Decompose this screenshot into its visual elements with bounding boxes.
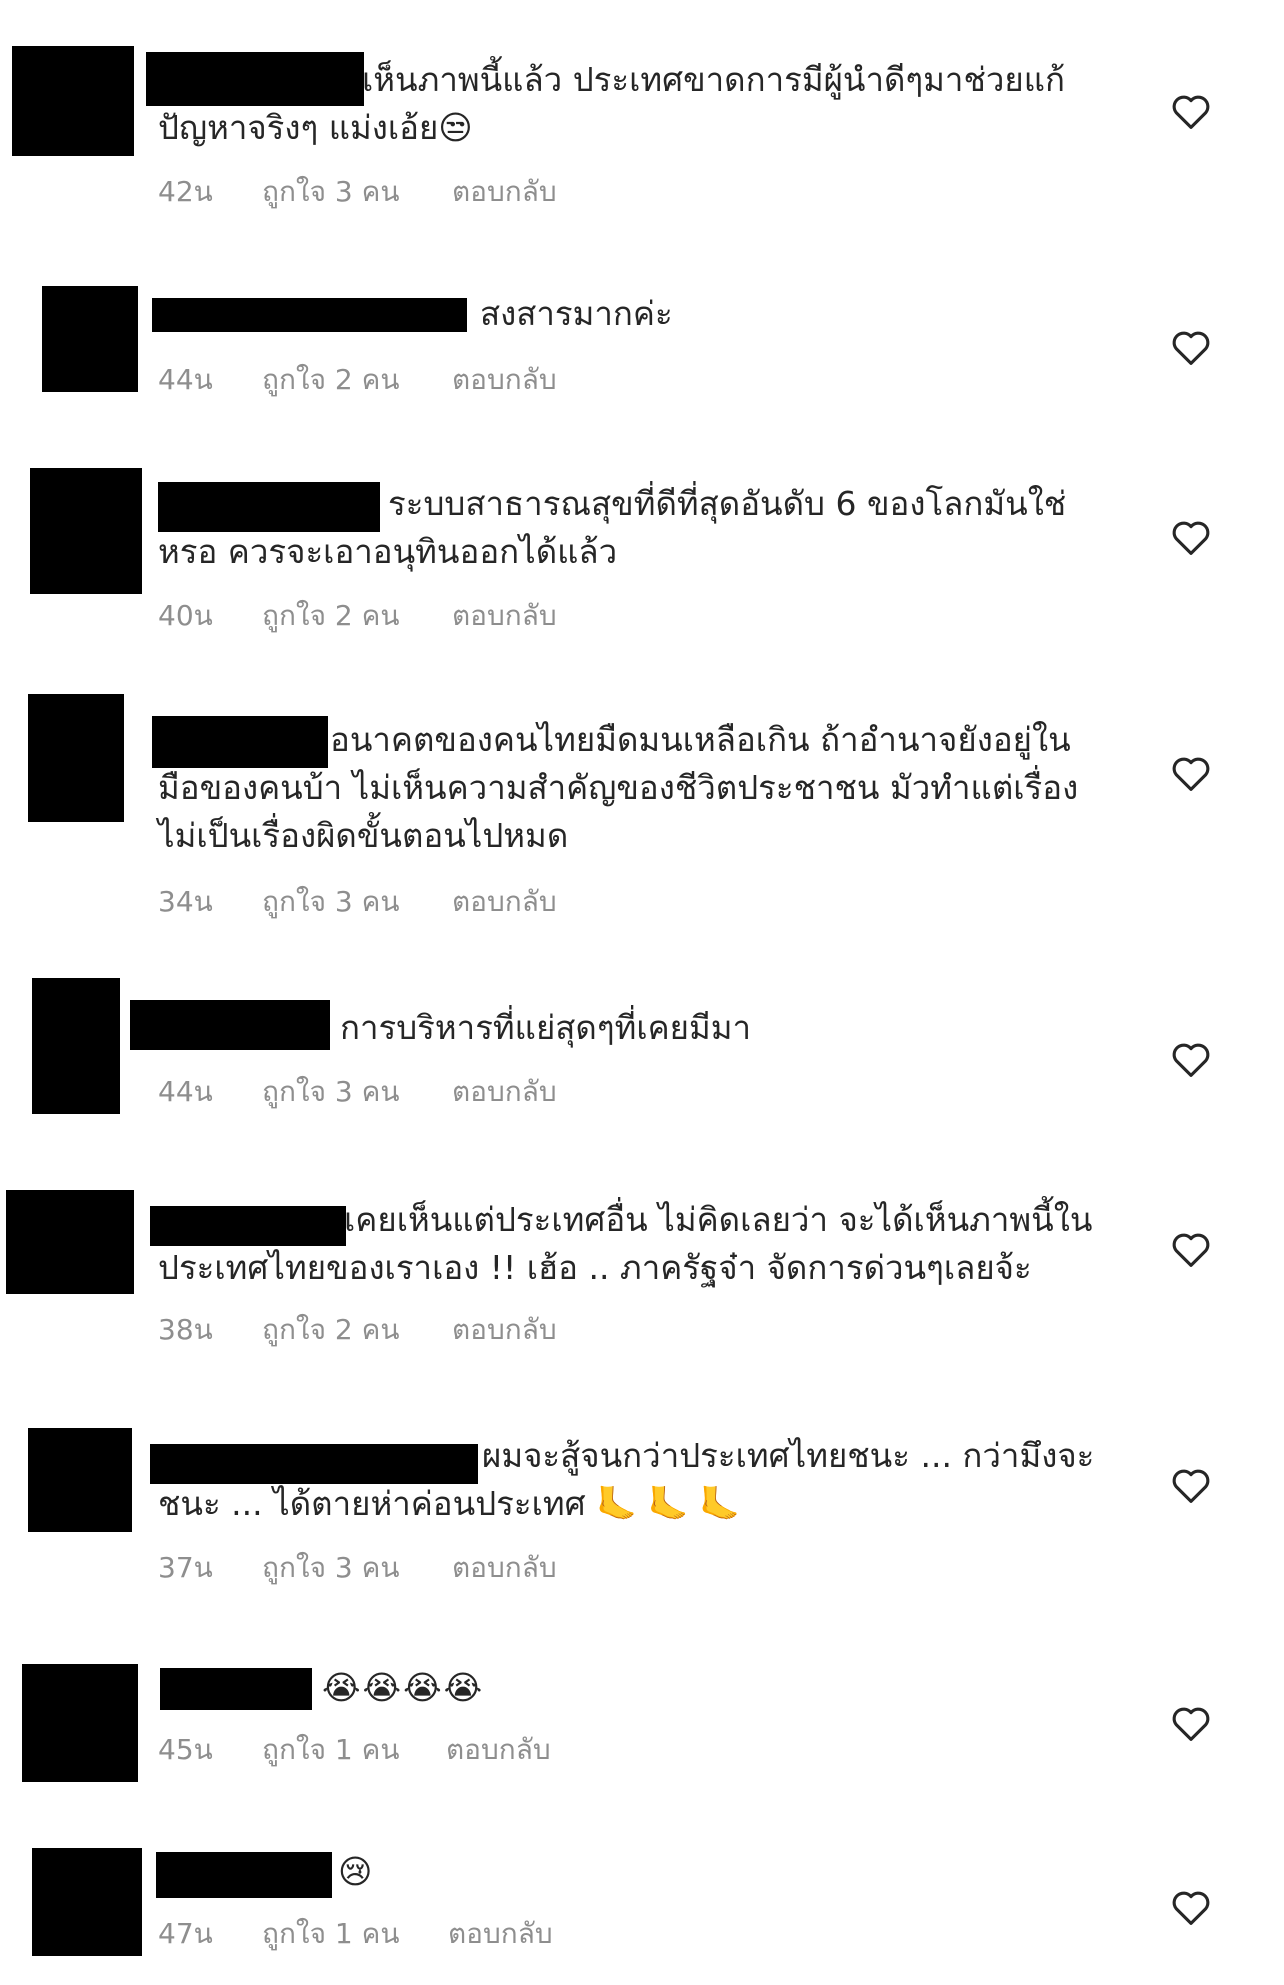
heart-outline-icon[interactable] [1170,1230,1212,1268]
comment-likes[interactable]: ถูกใจ 3 คน [262,880,452,924]
redacted-username[interactable] [156,1852,332,1898]
comment-time: 47น [158,1917,213,1950]
comment-time: 42น [158,175,213,208]
avatar[interactable] [22,1664,138,1782]
avatar[interactable] [28,694,124,822]
comment-time: 40น [158,599,213,632]
comment-likes[interactable]: ถูกใจ 2 คน [262,1308,452,1352]
comment-time: 44น [158,363,213,396]
comment-text: 😭😭😭😭 [322,1668,485,1707]
comment-text: เคยเห็นแต่ประเทศอื่น ไม่คิดเลยว่า จะได้เ… [158,1200,1093,1287]
comment-meta: 37น ถูกใจ 3 คน ตอบกลับ [158,1546,557,1590]
reply-button[interactable]: ตอบกลับ [452,358,557,402]
reply-button[interactable]: ตอบกลับ [452,1070,557,1114]
heart-outline-icon[interactable] [1170,92,1212,130]
comment-meta: 44น ถูกใจ 2 คน ตอบกลับ [158,358,557,402]
comment-text: การบริหารที่แย่สุดๆที่เคยมีมา [340,1008,752,1047]
avatar[interactable] [30,468,142,594]
comment-likes[interactable]: ถูกใจ 2 คน [262,358,452,402]
comment-likes[interactable]: ถูกใจ 3 คน [262,1070,452,1114]
comment-meta: 38น ถูกใจ 2 คน ตอบกลับ [158,1308,557,1352]
comment-likes[interactable]: ถูกใจ 1 คน [262,1728,446,1772]
comment-likes[interactable]: ถูกใจ 3 คน [262,170,452,214]
comment-time: 44น [158,1075,213,1108]
comment-text: 😢 [338,1852,373,1891]
reply-button[interactable]: ตอบกลับ [452,1308,557,1352]
comment-time: 37น [158,1551,213,1584]
heart-outline-icon[interactable] [1170,754,1212,792]
reply-button[interactable]: ตอบกลับ [448,1912,553,1956]
avatar[interactable] [32,1848,142,1956]
comment-likes[interactable]: ถูกใจ 2 คน [262,594,452,638]
comment-time: 45น [158,1733,213,1766]
comment-meta: 34น ถูกใจ 3 คน ตอบกลับ [158,880,557,924]
heart-outline-icon[interactable] [1170,518,1212,556]
comment-likes[interactable]: ถูกใจ 1 คน [262,1912,448,1956]
reply-button[interactable]: ตอบกลับ [446,1728,551,1772]
avatar[interactable] [28,1428,132,1532]
comment-text: ผมจะสู้จนกว่าประเทศไทยชนะ ... กว่ามึงจะ … [158,1436,1095,1523]
redacted-username[interactable] [152,298,467,332]
comment-text: สงสารมากค่ะ [480,294,673,333]
comment-meta: 44น ถูกใจ 3 คน ตอบกลับ [158,1070,557,1114]
heart-outline-icon[interactable] [1170,1888,1212,1926]
avatar[interactable] [42,286,138,392]
heart-outline-icon[interactable] [1170,1040,1212,1078]
avatar[interactable] [32,978,120,1114]
avatar[interactable] [6,1190,134,1294]
reply-button[interactable]: ตอบกลับ [452,880,557,924]
avatar[interactable] [12,46,134,156]
redacted-username[interactable] [160,1668,312,1710]
heart-outline-icon[interactable] [1170,328,1212,366]
comment-text: ระบบสาธารณสุขที่ดีที่สุดอันดับ 6 ของโลกม… [158,484,1067,571]
reply-button[interactable]: ตอบกลับ [452,594,557,638]
comment-meta: 42น ถูกใจ 3 คน ตอบกลับ [158,170,557,214]
comment-time: 34น [158,885,213,918]
comment-text: อนาคตของคนไทยมืดมนเหลือเกิน ถ้าอำนาจยังอ… [158,720,1079,855]
heart-outline-icon[interactable] [1170,1466,1212,1504]
comment-meta: 45น ถูกใจ 1 คน ตอบกลับ [158,1728,551,1772]
comment-text: เห็นภาพนี้แล้ว ประเทศขาดการมีผู้นำดีๆมาช… [158,60,1065,147]
reply-button[interactable]: ตอบกลับ [452,170,557,214]
reply-button[interactable]: ตอบกลับ [452,1546,557,1590]
redacted-username[interactable] [130,1000,330,1050]
comment-meta: 47น ถูกใจ 1 คน ตอบกลับ [158,1912,553,1956]
comment-likes[interactable]: ถูกใจ 3 คน [262,1546,452,1590]
heart-outline-icon[interactable] [1170,1704,1212,1742]
comment-meta: 40น ถูกใจ 2 คน ตอบกลับ [158,594,557,638]
comment-time: 38น [158,1313,213,1346]
